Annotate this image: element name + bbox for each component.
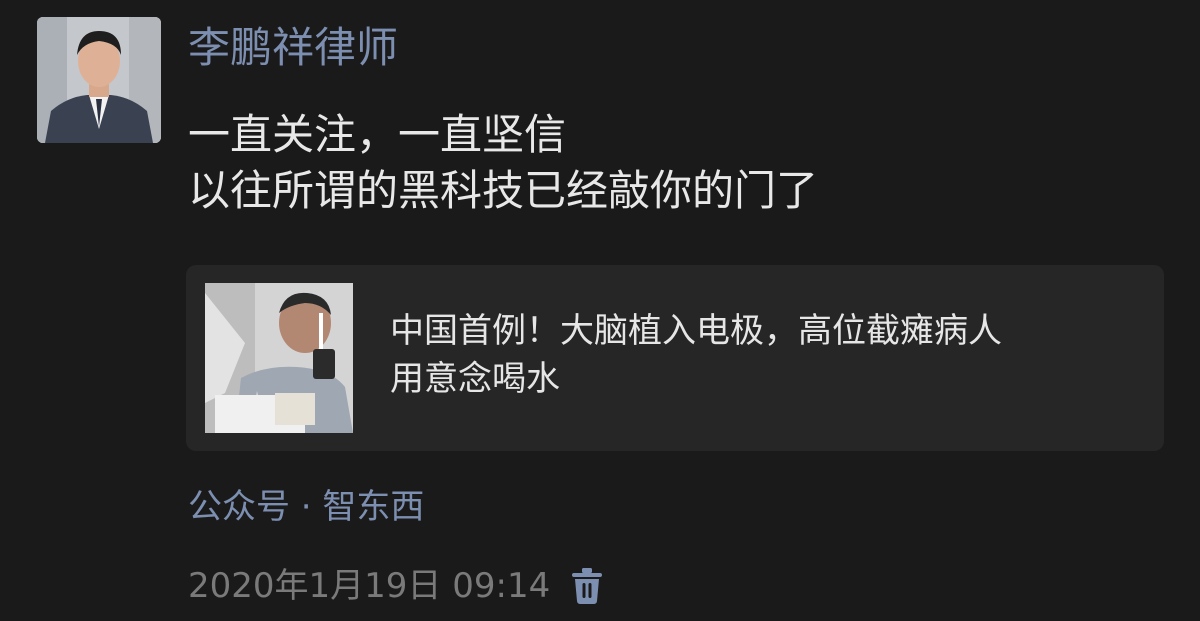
moment-post: 李鹏祥律师 一直关注，一直坚信 以往所谓的黑科技已经敲你的门了 中国首例！大脑植… [0, 0, 1200, 621]
shared-article-card[interactable]: 中国首例！大脑植入电极，高位截瘫病人 用意念喝水 [186, 265, 1164, 451]
avatar-photo [37, 17, 161, 143]
delete-button[interactable] [570, 566, 604, 606]
author-avatar[interactable] [37, 17, 161, 143]
article-thumbnail-image [205, 283, 353, 433]
post-footer: 2020年1月19日 09:14 [188, 563, 604, 609]
article-thumbnail [205, 283, 353, 433]
post-timestamp: 2020年1月19日 09:14 [188, 566, 551, 606]
article-title[interactable]: 中国首例！大脑植入电极，高位截瘫病人 用意念喝水 [390, 307, 1150, 403]
author-name[interactable]: 李鹏祥律师 [188, 20, 398, 76]
trash-icon [572, 568, 603, 604]
post-text-line: 一直关注，一直坚信 [188, 110, 567, 159]
article-title-line: 用意念喝水 [390, 359, 560, 399]
post-text-line: 以往所谓的黑科技已经敲你的门了 [188, 166, 819, 215]
article-title-line: 中国首例！大脑植入电极，高位截瘫病人 [390, 311, 1002, 351]
article-source[interactable]: 公众号 · 智东西 [188, 484, 424, 530]
post-text: 一直关注，一直坚信 以往所谓的黑科技已经敲你的门了 [188, 107, 818, 219]
